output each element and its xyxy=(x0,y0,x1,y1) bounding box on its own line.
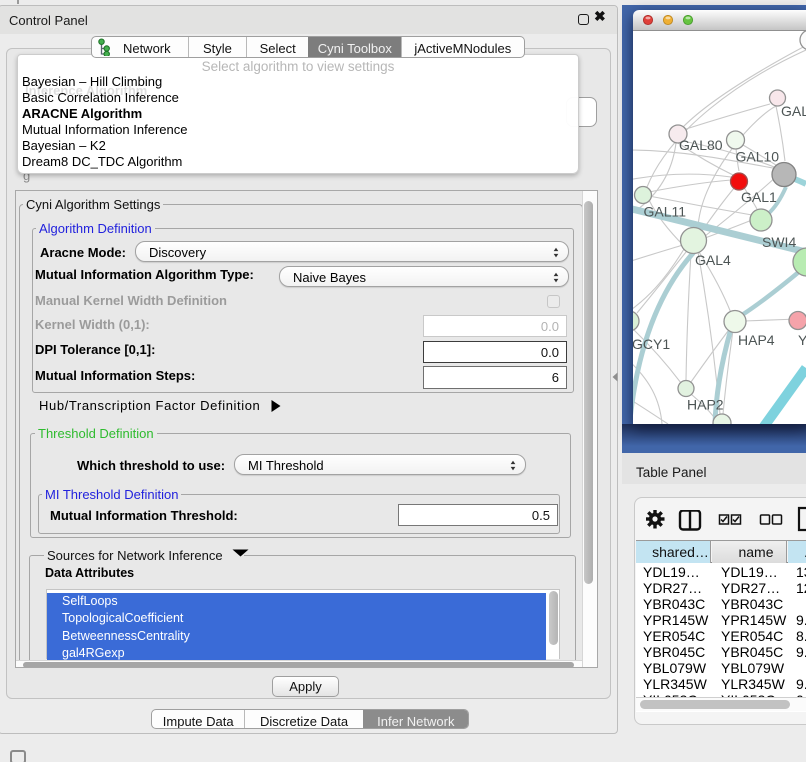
svg-text:GAL80: GAL80 xyxy=(781,103,806,119)
svg-text:GAL4: GAL4 xyxy=(695,252,731,268)
svg-text:GAL10: GAL10 xyxy=(736,149,780,165)
svg-text:HAP2: HAP2 xyxy=(687,397,724,413)
svg-text:GAL80: GAL80 xyxy=(679,137,723,153)
svg-text:GAL1: GAL1 xyxy=(741,189,777,205)
svg-text:SWI4: SWI4 xyxy=(762,234,796,250)
svg-text:GCY1: GCY1 xyxy=(633,336,670,352)
svg-text:GAL11: GAL11 xyxy=(644,204,687,220)
svg-text:HAP4: HAP4 xyxy=(738,332,775,348)
svg-text:Y: Y xyxy=(798,332,806,348)
